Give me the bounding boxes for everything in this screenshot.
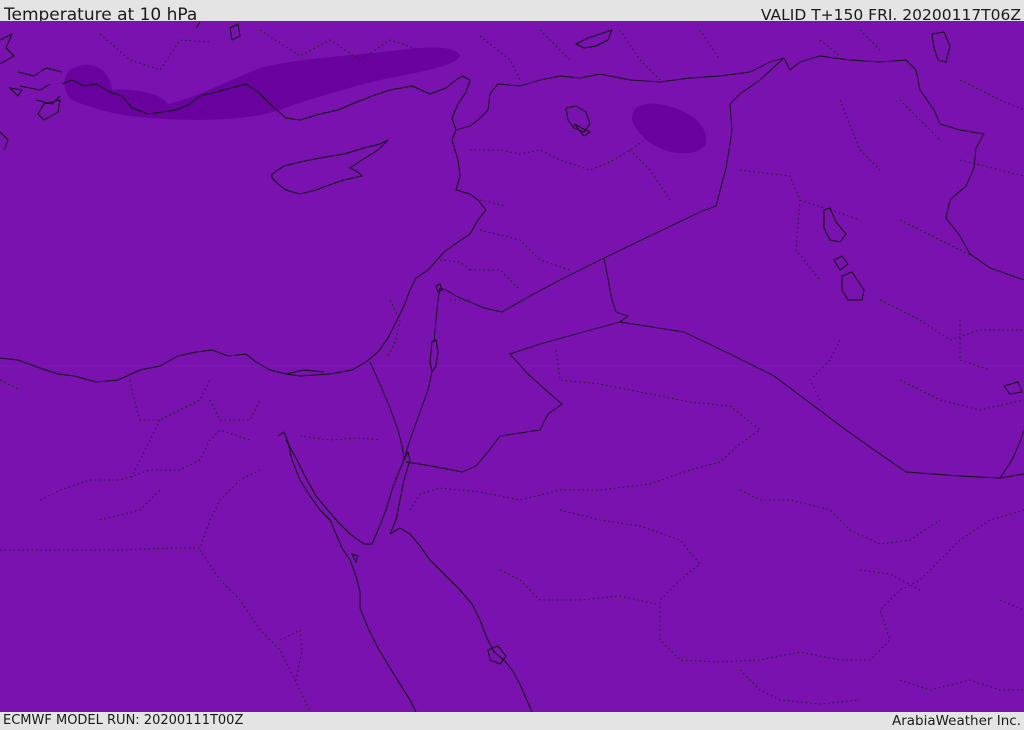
footer-bar: ECMWF MODEL RUN: 20200111T00Z ArabiaWeat… bbox=[0, 712, 1024, 729]
header-bar: Temperature at 10 hPa VALID T+150 FRI. 2… bbox=[0, 0, 1024, 25]
credit-label: ArabiaWeather Inc. bbox=[891, 713, 1021, 729]
weather-map bbox=[0, 21, 1024, 712]
model-run-label: ECMWF MODEL RUN: 20200111T00Z bbox=[3, 713, 244, 728]
map-canvas bbox=[0, 21, 1024, 712]
